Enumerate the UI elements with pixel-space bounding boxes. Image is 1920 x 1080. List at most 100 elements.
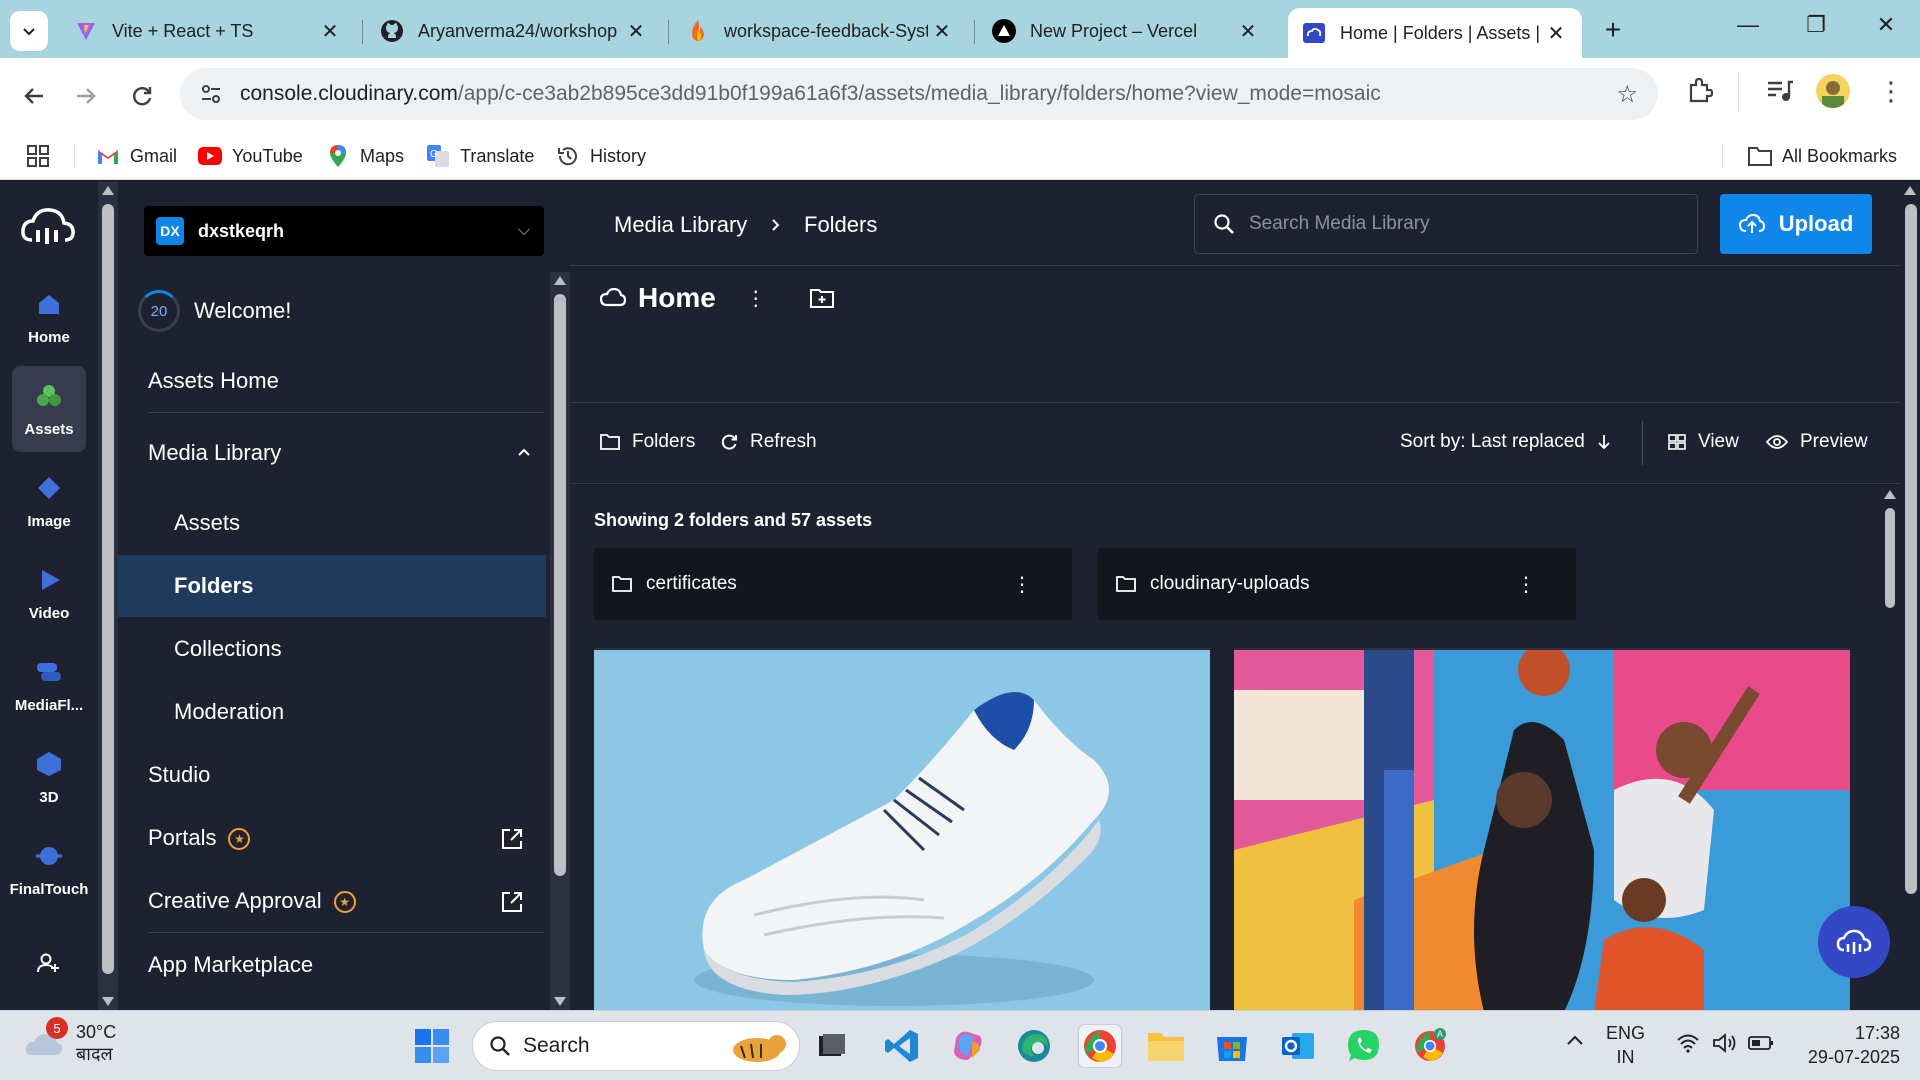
sidebar-item-studio[interactable]: Studio xyxy=(148,762,210,788)
bookmark-maps[interactable]: Maps xyxy=(326,142,404,170)
show-hidden-icons-chevron[interactable] xyxy=(1566,1033,1584,1051)
all-bookmarks[interactable]: All Bookmarks xyxy=(1748,142,1897,170)
media-control-icon[interactable] xyxy=(1766,78,1794,109)
search-input[interactable] xyxy=(1249,213,1669,235)
task-view-icon[interactable] xyxy=(810,1024,854,1068)
add-user-icon[interactable] xyxy=(36,952,60,979)
cloudinary-logo[interactable] xyxy=(20,206,76,253)
close-icon[interactable]: ✕ xyxy=(622,19,650,44)
close-icon[interactable]: ✕ xyxy=(928,19,956,44)
close-icon[interactable]: ✕ xyxy=(1234,19,1262,44)
search-box[interactable] xyxy=(1194,194,1698,254)
preview-button[interactable]: Preview xyxy=(1766,431,1868,453)
apps-grid-icon[interactable] xyxy=(26,142,50,170)
new-folder-icon[interactable] xyxy=(809,288,834,308)
reload-button[interactable] xyxy=(122,76,162,116)
sidebar-item-app-marketplace[interactable]: App Marketplace xyxy=(148,952,313,978)
file-explorer-icon[interactable] xyxy=(1144,1024,1188,1068)
clock[interactable]: 17:38 29-07-2025 xyxy=(1796,1021,1900,1069)
chrome-icon[interactable] xyxy=(1078,1024,1122,1068)
close-window-button[interactable]: ✕ xyxy=(1866,12,1906,38)
address-bar[interactable]: console.cloudinary.com/app/c-ce3ab2b895c… xyxy=(180,68,1658,120)
page-scrollbar[interactable] xyxy=(1900,182,1920,1010)
tab-firebase[interactable]: workspace-feedback-Syst ✕ xyxy=(672,10,968,52)
sidebar-item-assets-home[interactable]: Assets Home xyxy=(148,368,279,394)
bookmark-gmail[interactable]: Gmail xyxy=(96,142,177,170)
site-info-icon[interactable] xyxy=(198,81,224,107)
new-tab-button[interactable]: + xyxy=(1598,14,1628,46)
rail-scrollbar[interactable] xyxy=(98,182,118,1010)
scrollbar-thumb[interactable] xyxy=(1905,204,1917,894)
asset-tile-sneaker[interactable] xyxy=(594,648,1210,1010)
sidebar-item-creative-approval[interactable]: Creative Approval ★ xyxy=(148,888,544,914)
sidebar-item-portals[interactable]: Portals ★ xyxy=(148,825,544,851)
rail-home[interactable]: Home xyxy=(12,274,86,360)
sidebar-item-media-library[interactable]: Media Library xyxy=(148,440,544,466)
more-options-icon[interactable]: ⋮ xyxy=(1516,572,1536,597)
scroll-up-arrow[interactable] xyxy=(1884,490,1896,499)
rail-image[interactable]: Image xyxy=(12,458,86,544)
sidebar-item-assets[interactable]: Assets xyxy=(118,492,546,554)
scrollbar-thumb[interactable] xyxy=(1885,508,1895,608)
tab-search-button[interactable] xyxy=(10,11,48,51)
scroll-down-arrow[interactable] xyxy=(102,997,114,1006)
asset-tile-basketball[interactable] xyxy=(1234,648,1850,1010)
edge-icon[interactable] xyxy=(1012,1024,1056,1068)
environment-selector[interactable]: DX dxstkeqrh ⌵ xyxy=(144,206,544,256)
profile-avatar[interactable] xyxy=(1816,74,1850,108)
rail-mediaflows[interactable]: MediaFl... xyxy=(12,642,86,728)
restore-button[interactable]: ❐ xyxy=(1796,12,1836,38)
bookmark-youtube[interactable]: YouTube xyxy=(198,142,303,170)
scroll-up-arrow[interactable] xyxy=(102,186,114,195)
folder-card[interactable]: cloudinary-uploads ⋮ xyxy=(1098,548,1576,620)
folder-card[interactable]: certificates ⋮ xyxy=(594,548,1072,620)
close-icon[interactable]: ✕ xyxy=(316,19,344,44)
sidebar-scrollbar[interactable] xyxy=(550,272,570,1010)
forward-button[interactable] xyxy=(66,76,106,116)
close-icon[interactable]: ✕ xyxy=(1542,21,1570,46)
welcome-item[interactable]: 20 Welcome! xyxy=(138,290,291,332)
refresh-button[interactable]: Refresh xyxy=(720,431,817,453)
rail-3d[interactable]: 3D xyxy=(12,734,86,820)
tab-cloudinary[interactable]: Home | Folders | Assets | C ✕ xyxy=(1288,8,1582,58)
extensions-icon[interactable] xyxy=(1686,76,1714,109)
vscode-icon[interactable] xyxy=(880,1024,924,1068)
bookmark-history[interactable]: History xyxy=(556,142,646,170)
copilot-icon[interactable] xyxy=(946,1024,990,1068)
bookmark-star-icon[interactable]: ☆ xyxy=(1616,80,1638,109)
rail-assets[interactable]: Assets xyxy=(12,366,86,452)
upload-button[interactable]: Upload xyxy=(1720,194,1872,254)
more-options-icon[interactable]: ⋮ xyxy=(1012,572,1032,597)
scroll-up-arrow[interactable] xyxy=(554,276,566,285)
sidebar-item-collections[interactable]: Collections xyxy=(118,618,546,680)
taskbar-search[interactable]: Search xyxy=(472,1021,800,1071)
tab-vercel[interactable]: New Project – Vercel ✕ xyxy=(978,10,1274,52)
scrollbar-thumb[interactable] xyxy=(102,204,114,974)
browser-menu-icon[interactable]: ⋮ xyxy=(1878,76,1904,107)
more-options-icon[interactable]: ⋮ xyxy=(746,286,766,311)
microsoft-store-icon[interactable] xyxy=(1210,1024,1254,1068)
sidebar-item-folders[interactable]: Folders xyxy=(118,555,546,617)
sidebar-item-moderation[interactable]: Moderation xyxy=(118,681,546,743)
view-mode-button[interactable]: View xyxy=(1668,431,1739,453)
scroll-down-arrow[interactable] xyxy=(554,997,566,1006)
scroll-up-arrow[interactable] xyxy=(1904,186,1916,195)
whatsapp-icon[interactable] xyxy=(1342,1024,1386,1068)
weather-widget[interactable]: 5 30°C बादल xyxy=(24,1017,116,1065)
volume-icon[interactable] xyxy=(1712,1033,1738,1058)
sort-dropdown[interactable]: Sort by: Last replaced xyxy=(1400,431,1623,453)
language-indicator[interactable]: ENG IN xyxy=(1606,1021,1645,1069)
back-button[interactable] xyxy=(14,76,54,116)
wifi-icon[interactable] xyxy=(1676,1033,1700,1058)
rail-video[interactable]: Video xyxy=(12,550,86,636)
scrollbar-thumb[interactable] xyxy=(554,294,566,876)
breadcrumb-media-library[interactable]: Media Library xyxy=(614,212,747,238)
start-button[interactable] xyxy=(410,1024,454,1068)
folders-toggle-button[interactable]: Folders xyxy=(600,431,695,453)
cloudinary-assistant-button[interactable] xyxy=(1818,906,1890,978)
external-link-icon[interactable] xyxy=(500,890,524,914)
outlook-icon[interactable] xyxy=(1276,1024,1320,1068)
rail-finaltouch[interactable]: FinalTouch xyxy=(10,826,88,912)
tab-vite[interactable]: Vite + React + TS ✕ xyxy=(60,10,356,52)
minimize-button[interactable]: — xyxy=(1728,12,1768,38)
